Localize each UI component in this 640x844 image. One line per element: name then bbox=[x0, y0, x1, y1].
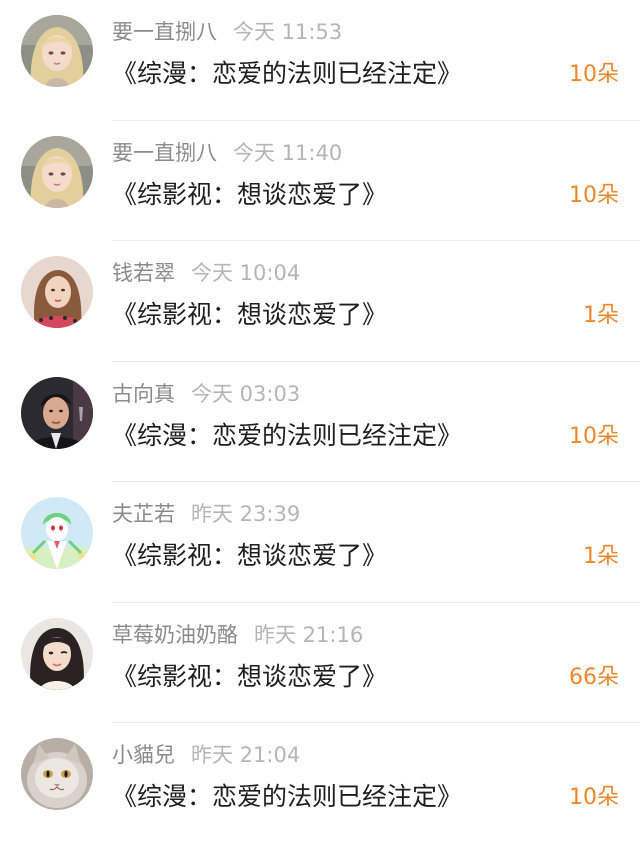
book-title[interactable]: 《综漫：恋爱的法则已经注定》 bbox=[112, 420, 462, 452]
book-title[interactable]: 《综漫：恋爱的法则已经注定》 bbox=[112, 58, 462, 90]
flower-count: 1朵 bbox=[583, 303, 619, 328]
flower-count: 66朵 bbox=[569, 664, 619, 690]
username[interactable]: 小貓兒 bbox=[112, 743, 175, 767]
timestamp: 今天 11:40 bbox=[233, 140, 343, 165]
timestamp: 今天 03:03 bbox=[191, 381, 301, 406]
woman-photo-avatar-icon bbox=[21, 256, 93, 328]
flower-count: 1朵 bbox=[583, 544, 619, 569]
flower-count: 10朵 bbox=[569, 423, 619, 449]
timestamp: 昨天 21:04 bbox=[191, 743, 301, 767]
avatar[interactable] bbox=[21, 15, 93, 87]
item-meta: 小貓兒 昨天 21:04 bbox=[112, 741, 300, 769]
avatar[interactable] bbox=[21, 135, 93, 208]
flower-count: 10朵 bbox=[569, 785, 619, 810]
list-item[interactable]: 小貓兒 昨天 21:04 《综漫：恋爱的法则已经注定》 10朵 bbox=[0, 723, 640, 844]
flower-count: 10朵 bbox=[569, 62, 619, 87]
list-item[interactable]: 夫芷若 昨天 23:39 《综影视：想谈恋爱了》 1朵 bbox=[0, 482, 640, 603]
cartoon-character-avatar-icon bbox=[21, 497, 93, 569]
username[interactable]: 钱若翠 bbox=[112, 261, 175, 285]
username[interactable]: 草莓奶油奶酪 bbox=[112, 623, 238, 647]
item-meta: 古向真 今天 03:03 bbox=[112, 380, 300, 408]
username[interactable]: 要一直捌八 bbox=[112, 20, 217, 44]
anime-girl-avatar-icon bbox=[21, 15, 93, 87]
timestamp: 昨天 21:16 bbox=[254, 622, 364, 647]
book-title[interactable]: 《综影视：想谈恋爱了》 bbox=[112, 540, 387, 572]
avatar[interactable] bbox=[21, 376, 93, 449]
book-title[interactable]: 《综影视：想谈恋爱了》 bbox=[112, 661, 387, 693]
avatar[interactable] bbox=[21, 497, 93, 569]
cat-photo-avatar-icon bbox=[21, 738, 93, 810]
book-title[interactable]: 《综影视：想谈恋爱了》 bbox=[112, 179, 387, 211]
username[interactable]: 夫芷若 bbox=[112, 502, 175, 526]
list-item[interactable]: 要一直捌八 今天 11:40 《综影视：想谈恋爱了》 10朵 bbox=[0, 121, 640, 241]
list-item[interactable]: 草莓奶油奶酪 昨天 21:16 《综影视：想谈恋爱了》 66朵 bbox=[0, 603, 640, 723]
anime-girl-avatar-icon bbox=[21, 135, 93, 208]
gift-record-list: 要一直捌八 今天 11:53 《综漫：恋爱的法则已经注定》 10朵 要一直捌八 今天… bbox=[0, 0, 640, 844]
timestamp: 今天 11:53 bbox=[233, 20, 343, 44]
username[interactable]: 要一直捌八 bbox=[112, 141, 217, 165]
book-title[interactable]: 《综影视：想谈恋爱了》 bbox=[112, 299, 387, 331]
item-meta: 草莓奶油奶酪 昨天 21:16 bbox=[112, 621, 363, 649]
item-meta: 要一直捌八 今天 11:40 bbox=[112, 139, 342, 167]
list-item[interactable]: 古向真 今天 03:03 《综漫：恋爱的法则已经注定》 10朵 bbox=[0, 362, 640, 482]
timestamp: 今天 10:04 bbox=[191, 261, 301, 285]
avatar[interactable] bbox=[21, 256, 93, 328]
avatar[interactable] bbox=[21, 617, 93, 690]
list-item[interactable]: 要一直捌八 今天 11:53 《综漫：恋爱的法则已经注定》 10朵 bbox=[0, 0, 640, 121]
username[interactable]: 古向真 bbox=[112, 382, 175, 406]
avatar[interactable] bbox=[21, 738, 93, 810]
list-item[interactable]: 钱若翠 今天 10:04 《综影视：想谈恋爱了》 1朵 bbox=[0, 241, 640, 362]
item-meta: 要一直捌八 今天 11:53 bbox=[112, 18, 342, 46]
girl-photo-avatar-icon bbox=[21, 617, 93, 690]
book-title[interactable]: 《综漫：恋爱的法则已经注定》 bbox=[112, 781, 462, 813]
man-photo-avatar-icon bbox=[21, 376, 93, 449]
item-meta: 夫芷若 昨天 23:39 bbox=[112, 500, 300, 528]
item-meta: 钱若翠 今天 10:04 bbox=[112, 259, 300, 287]
flower-count: 10朵 bbox=[569, 182, 619, 208]
timestamp: 昨天 23:39 bbox=[191, 502, 301, 526]
